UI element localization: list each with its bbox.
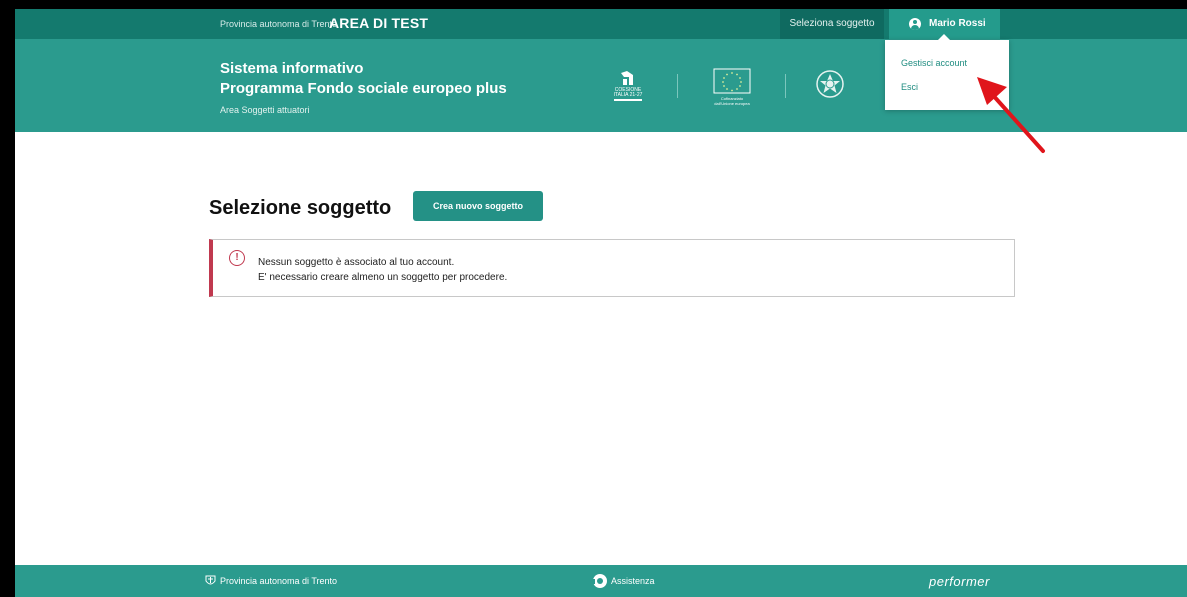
svg-text:ITALIA 21-27: ITALIA 21-27 (614, 92, 643, 98)
top-bar: Provincia autonoma di Trento AREA DI TES… (15, 9, 1187, 39)
footer-org-link[interactable]: Provincia autonoma di Trento (220, 576, 337, 586)
logo-separator (677, 74, 678, 98)
site-footer: Provincia autonoma di Trento Assistenza … (15, 565, 1187, 597)
browser-viewport: Provincia autonoma di Trento AREA DI TES… (15, 9, 1187, 597)
menu-item-logout[interactable]: Esci (901, 82, 918, 92)
headset-icon (593, 574, 607, 588)
create-subject-button[interactable]: Crea nuovo soggetto (413, 191, 543, 221)
help-link[interactable]: Assistenza (611, 576, 655, 586)
environment-label: AREA DI TEST (329, 15, 429, 31)
alert-line2: E' necessario creare almeno un soggetto … (258, 272, 508, 283)
exclamation-circle-icon: ! (229, 250, 245, 266)
svg-text:dall'Unione europea: dall'Unione europea (714, 101, 750, 106)
footer-brand-logo: performer (929, 574, 990, 589)
menu-item-manage-account[interactable]: Gestisci account (901, 58, 967, 68)
logo-separator (785, 74, 786, 98)
alert-line1: Nessun soggetto è associato al tuo accou… (258, 257, 455, 268)
coesione-logo: COESIONE ITALIA 21-27 (614, 71, 643, 101)
select-subject-link[interactable]: Seleziona soggetto (780, 9, 884, 39)
annotation-arrow-icon (977, 77, 1045, 153)
header-title-line2: Programma Fondo sociale europeo plus (220, 80, 507, 97)
alert-box: ! Nessun soggetto è associato al tuo acc… (209, 239, 1015, 297)
header-title-line1: Sistema informativo (220, 60, 364, 77)
eagle-crest-icon (205, 575, 216, 585)
eu-flag-logo: Cofinanziato dall'Unione europea (713, 68, 751, 106)
top-org-label: Provincia autonoma di Trento (220, 19, 338, 29)
user-circle-icon (909, 18, 921, 30)
page-title: Selezione soggetto (209, 197, 392, 219)
header-subtitle: Area Soggetti attuatori (220, 105, 310, 115)
italian-republic-emblem-icon (816, 70, 844, 98)
